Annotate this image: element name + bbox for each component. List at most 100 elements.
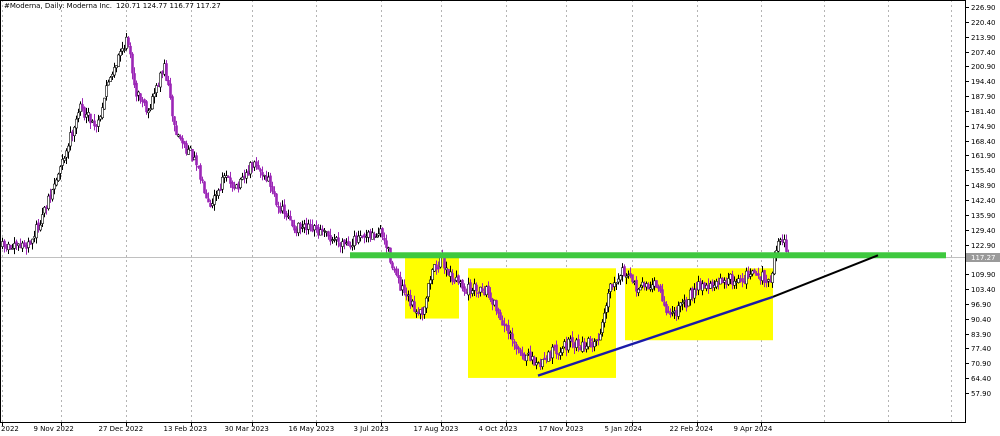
candle-body <box>443 257 446 269</box>
candle-body <box>453 280 456 283</box>
x-tick-label: 30 Mar 2023 <box>225 425 269 433</box>
candle-body <box>451 273 454 282</box>
candle-body <box>631 274 634 282</box>
candle-body <box>471 290 474 294</box>
y-tick-label: 70.90 <box>971 360 991 368</box>
candle-body <box>89 113 92 124</box>
x-tick-label: 4 Oct 2023 <box>479 425 518 433</box>
current-price-label: 117.27 <box>971 254 996 262</box>
x-tick-label: 22 Feb 2024 <box>670 425 714 433</box>
candle-body <box>207 198 210 203</box>
candle-body <box>741 278 744 282</box>
candle-body <box>437 267 440 270</box>
candle-body <box>151 96 154 110</box>
candle-body <box>601 321 604 333</box>
candle-body <box>429 279 432 285</box>
candle-body <box>77 112 80 119</box>
candle-body <box>221 177 224 190</box>
candle-body <box>475 284 478 292</box>
candle-body <box>211 203 214 207</box>
x-tick-label: 9 Nov 2022 <box>34 425 74 433</box>
candle-body <box>243 175 246 179</box>
candle-body <box>119 51 122 56</box>
candle-body <box>615 282 618 285</box>
price-chart: 226.90 220.40 213.90 207.40 200.90 194.40 187.… <box>0 0 1000 436</box>
y-tick-label: 129.40 <box>971 227 996 235</box>
candle-body <box>177 134 180 137</box>
y-tick-label: 64.40 <box>971 375 991 383</box>
candle-body <box>31 238 34 244</box>
candle-body <box>347 241 350 246</box>
candle-body <box>619 275 622 281</box>
candle-body <box>97 119 100 127</box>
candle-body <box>241 176 244 180</box>
candle-body <box>487 285 490 294</box>
candle-body <box>261 172 264 176</box>
candle-body <box>511 333 514 341</box>
candle-body <box>589 338 592 342</box>
candle-body <box>693 289 696 299</box>
candle-body <box>403 284 406 294</box>
candle-body <box>121 48 124 52</box>
candle-body <box>571 337 574 343</box>
candle-body <box>375 236 378 239</box>
y-tick-label: 122.90 <box>971 242 996 250</box>
candle-body <box>239 178 242 188</box>
candle-body <box>383 237 386 241</box>
candle-body <box>189 147 192 151</box>
candle-body <box>169 83 172 98</box>
candle-body <box>385 240 388 248</box>
candle-body <box>639 286 642 291</box>
candle-body <box>749 274 752 277</box>
candle-body <box>289 216 292 221</box>
candle-body <box>291 220 294 227</box>
candle-body <box>771 272 774 283</box>
candle-body <box>161 71 164 74</box>
candle-body <box>257 165 260 170</box>
candle-body <box>757 273 760 276</box>
candle-body <box>259 169 262 172</box>
candle-body <box>205 192 208 199</box>
green-resistance-band <box>350 252 946 259</box>
candle-body <box>187 149 190 155</box>
candle-body <box>71 131 74 136</box>
candle-body <box>377 233 380 236</box>
candle-body <box>175 125 178 136</box>
candle-body <box>79 103 82 113</box>
candle-body <box>143 99 146 104</box>
yellow-zone <box>405 255 459 319</box>
candle-body <box>111 73 114 77</box>
y-tick-label: 103.40 <box>971 286 996 294</box>
candle-body <box>489 292 492 300</box>
x-tick-label: 17 Aug 2023 <box>414 425 459 433</box>
candle-body <box>215 194 218 196</box>
candle-body <box>655 280 658 288</box>
y-tick-label: 207.40 <box>971 49 996 57</box>
candle-body <box>413 301 416 312</box>
candle-body <box>677 305 680 317</box>
candle-body <box>91 120 94 123</box>
candle-body <box>269 175 272 187</box>
candle-body <box>381 228 384 238</box>
candle-body <box>171 96 174 117</box>
candle-body <box>507 325 510 334</box>
x-tick-label: 13 Feb 2023 <box>164 425 208 433</box>
candle-body <box>525 354 528 362</box>
candle-body <box>75 118 78 129</box>
candle-body <box>283 204 286 214</box>
candle-body <box>209 203 212 207</box>
candle-body <box>217 189 220 196</box>
candle-body <box>323 230 326 232</box>
y-tick-label: 187.90 <box>971 93 996 101</box>
candle-body <box>255 161 258 166</box>
y-tick-label: 194.40 <box>971 78 996 86</box>
candle-body <box>517 347 520 350</box>
candle-body <box>159 72 162 88</box>
candle-body <box>131 53 134 74</box>
candle-body <box>149 108 152 111</box>
y-tick-label: 226.90 <box>971 4 996 12</box>
candle-body <box>165 63 168 81</box>
candle-body <box>51 189 54 200</box>
candle-body <box>225 175 228 178</box>
candle-body <box>103 97 106 110</box>
